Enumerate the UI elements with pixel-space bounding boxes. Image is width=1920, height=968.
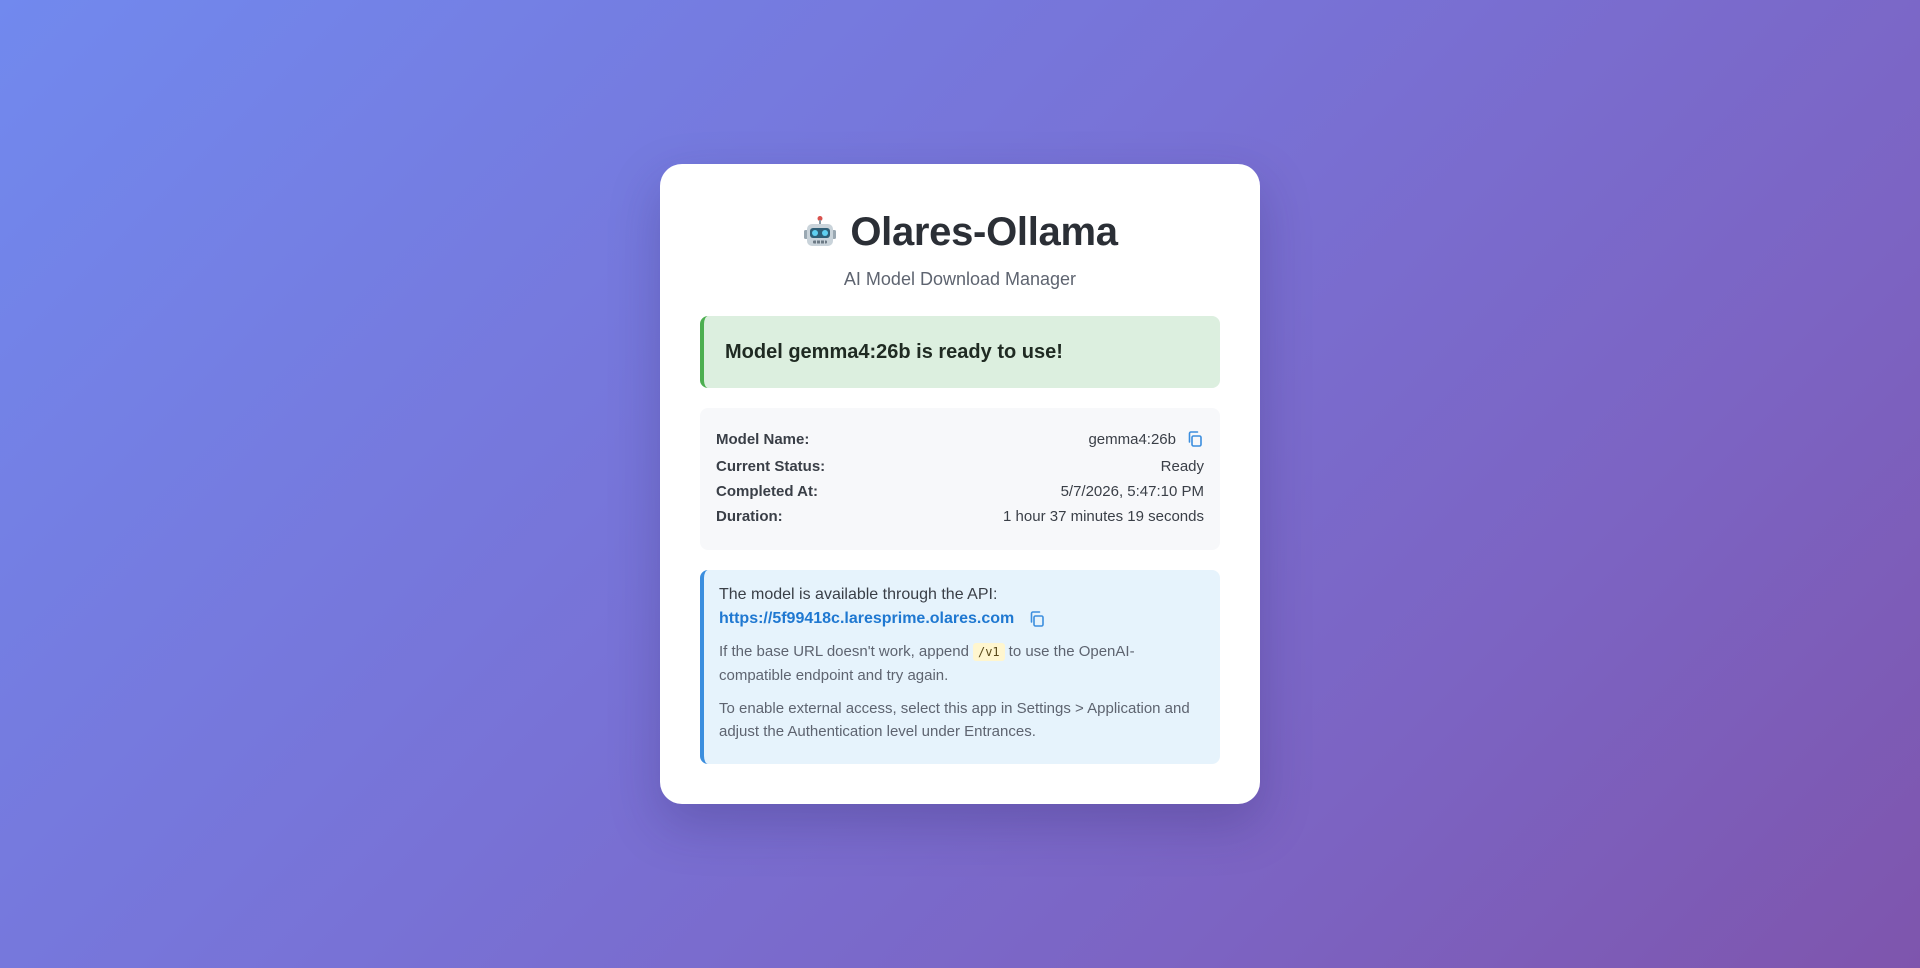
detail-row-completed: Completed At: 5/7/2026, 5:47:10 PM bbox=[716, 479, 1204, 504]
title-row: Olares-Ollama bbox=[700, 210, 1220, 255]
access-note: To enable external access, select this a… bbox=[719, 700, 1190, 740]
duration-value: 1 hour 37 minutes 19 seconds bbox=[1003, 508, 1204, 525]
detail-row-duration: Duration: 1 hour 37 minutes 19 seconds bbox=[716, 504, 1204, 529]
completed-value: 5/7/2026, 5:47:10 PM bbox=[1060, 483, 1204, 500]
app-subtitle: AI Model Download Manager bbox=[843, 269, 1077, 289]
robot-icon bbox=[802, 215, 838, 251]
detail-row-model-name: Model Name: gemma4:26b bbox=[716, 424, 1204, 454]
copy-url-icon[interactable] bbox=[1028, 610, 1046, 628]
model-name-value-group: gemma4:26b bbox=[1088, 430, 1204, 448]
api-intro: The model is available through the API: bbox=[719, 586, 998, 603]
note-prefix: If the base URL doesn't work, append bbox=[719, 643, 969, 660]
model-details: Model Name: gemma4:26b Current Status: R… bbox=[700, 408, 1220, 550]
completed-label: Completed At: bbox=[716, 483, 818, 500]
detail-row-status: Current Status: Ready bbox=[716, 454, 1204, 479]
app-title: Olares-Ollama bbox=[850, 210, 1118, 254]
header: Olares-Ollama AI Model Download Manager bbox=[700, 210, 1220, 290]
status-label: Current Status: bbox=[716, 458, 826, 475]
download-manager-card: Olares-Ollama AI Model Download Manager … bbox=[660, 164, 1260, 804]
status-value: Ready bbox=[1160, 458, 1204, 475]
v1-code: /v1 bbox=[972, 643, 1005, 661]
api-info-panel: The model is available through the API: … bbox=[700, 570, 1220, 764]
api-url-row: https://5f99418c.laresprime.olares.com bbox=[719, 610, 1204, 628]
copy-icon[interactable] bbox=[1186, 430, 1204, 448]
duration-label: Duration: bbox=[716, 508, 783, 525]
status-banner: Model gemma4:26b is ready to use! bbox=[700, 316, 1220, 388]
model-name-label: Model Name: bbox=[716, 430, 810, 448]
base-url-note: If the base URL doesn't work, append/v1 t… bbox=[719, 640, 1204, 687]
status-banner-message: Model gemma4:26b is ready to use! bbox=[725, 340, 1063, 363]
api-url-link[interactable]: https://5f99418c.laresprime.olares.com bbox=[719, 610, 1014, 628]
model-name-value: gemma4:26b bbox=[1088, 430, 1176, 448]
